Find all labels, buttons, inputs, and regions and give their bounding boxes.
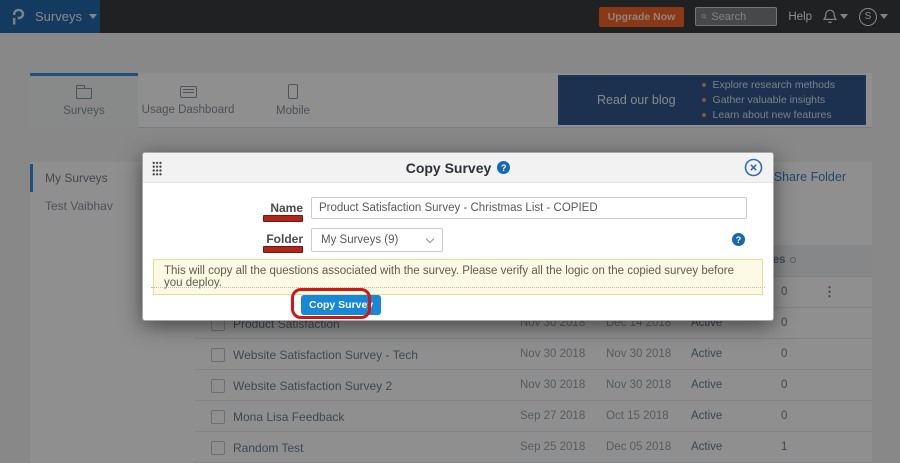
survey-name-input[interactable]	[311, 197, 747, 219]
divider	[151, 287, 765, 288]
name-label-wrap: Name	[153, 201, 303, 215]
copy-survey-modal: Copy Survey ? Name Folder My Surveys (9)	[142, 152, 774, 321]
annotation-name-underline	[263, 215, 303, 222]
copy-warning-note: This will copy all the questions associa…	[153, 259, 763, 295]
folder-help-circle-icon[interactable]: ?	[732, 233, 745, 246]
folder-label-wrap: Folder	[153, 232, 303, 246]
drag-handle-icon[interactable]	[152, 161, 162, 176]
folder-select[interactable]: My Surveys (9)	[311, 228, 443, 252]
help-circle-icon[interactable]: ?	[497, 161, 510, 174]
folder-label: Folder	[266, 232, 303, 246]
app-screen: Surveys Upgrade Now Help	[0, 0, 900, 463]
modal-header: Copy Survey ?	[143, 153, 773, 183]
copy-survey-button[interactable]: Copy Survey	[301, 295, 381, 315]
modal-title: Copy Survey	[406, 160, 492, 176]
chevron-down-icon	[426, 234, 434, 242]
folder-select-value: My Surveys (9)	[321, 234, 398, 246]
annotation-folder-underline	[263, 246, 303, 253]
name-label: Name	[270, 201, 303, 215]
close-icon[interactable]	[744, 158, 763, 177]
modal-body: Name Folder My Surveys (9) ? This will c…	[143, 183, 773, 321]
